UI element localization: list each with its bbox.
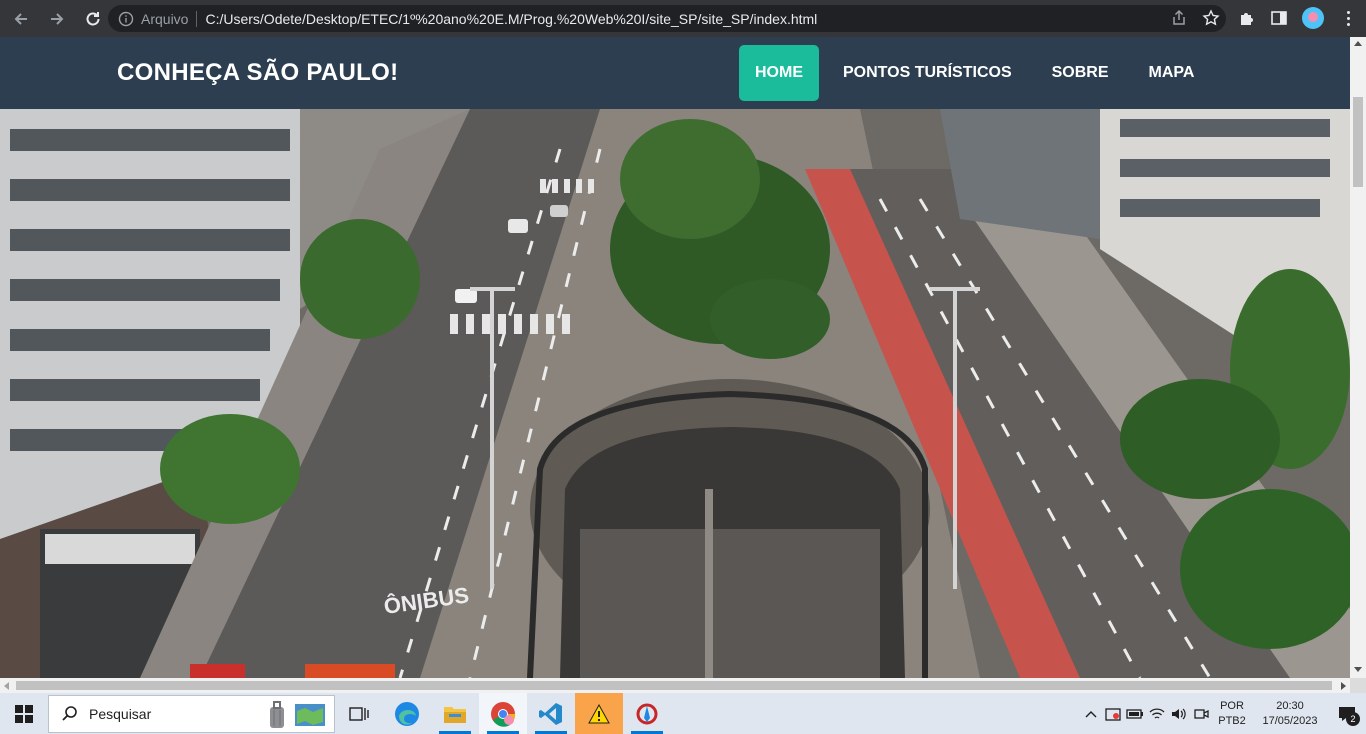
divider — [196, 10, 198, 27]
forward-button[interactable] — [42, 4, 72, 34]
battery-icon — [1126, 708, 1143, 719]
taskbar-clock[interactable]: 20:30 17/05/2023 — [1252, 699, 1328, 729]
share-icon[interactable] — [1170, 9, 1188, 27]
taskbar-edge[interactable] — [383, 693, 431, 734]
menu-sobre[interactable]: SOBRE — [1036, 45, 1125, 101]
extensions-puzzle-icon[interactable] — [1238, 9, 1256, 27]
browser-menu-icon[interactable] — [1338, 8, 1358, 28]
tray-app-2[interactable] — [1190, 693, 1212, 734]
address-bar[interactable]: Arquivo C:/Users/Odete/Desktop/ETEC/1º%2… — [108, 5, 1226, 32]
horizontal-scrollbar[interactable] — [0, 678, 1350, 693]
scroll-right-icon[interactable] — [1341, 682, 1346, 690]
site-header: CONHEÇA SÃO PAULO! HOME PONTOS TURÍSTICO… — [0, 37, 1350, 109]
taskbar-chrome[interactable] — [479, 693, 527, 734]
reload-icon — [86, 11, 100, 25]
horizontal-scroll-thumb[interactable] — [16, 681, 1332, 690]
scroll-up-icon[interactable] — [1354, 41, 1362, 46]
browser-toolbar: Arquivo C:/Users/Odete/Desktop/ETEC/1º%2… — [0, 0, 1366, 37]
paint-icon — [636, 703, 658, 724]
reload-button[interactable] — [78, 4, 108, 34]
map-icon — [295, 703, 325, 726]
bookmark-star-icon[interactable] — [1202, 9, 1220, 27]
edge-icon — [395, 701, 419, 726]
scroll-down-icon[interactable] — [1354, 667, 1362, 672]
profile-avatar[interactable] — [1302, 7, 1324, 29]
taskbar-vscode[interactable] — [527, 693, 575, 734]
site-brand[interactable]: CONHEÇA SÃO PAULO! — [117, 59, 398, 87]
tray-battery[interactable] — [1124, 693, 1146, 734]
info-icon[interactable] — [118, 11, 134, 27]
page-viewport: CONHEÇA SÃO PAULO! HOME PONTOS TURÍSTICO… — [0, 37, 1350, 678]
tray-overflow[interactable] — [1080, 693, 1102, 734]
vertical-scroll-thumb[interactable] — [1353, 97, 1363, 187]
folder-icon — [444, 706, 466, 723]
hero-image: ÔNIBUS — [0, 109, 1350, 678]
update-icon — [1105, 707, 1121, 721]
start-button[interactable] — [0, 693, 48, 734]
chevron-up-icon — [1085, 710, 1097, 717]
main-menu: HOME PONTOS TURÍSTICOS SOBRE MAPA — [739, 45, 1218, 101]
search-highlight-widget[interactable] — [266, 700, 326, 729]
taskbar-warning-app[interactable] — [575, 693, 623, 734]
notification-center-button[interactable]: 2 — [1328, 693, 1366, 734]
taskbar-paint-app[interactable] — [623, 693, 671, 734]
scroll-corner — [1350, 678, 1366, 693]
vertical-scrollbar[interactable] — [1350, 37, 1366, 678]
clock-date: 17/05/2023 — [1262, 714, 1318, 727]
luggage-icon — [270, 700, 284, 728]
language-indicator[interactable]: POR PTB2 — [1212, 699, 1252, 729]
notification-badge: 2 — [1346, 712, 1360, 726]
tray-app-1[interactable] — [1102, 693, 1124, 734]
system-tray: POR PTB2 20:30 17/05/2023 2 — [1080, 693, 1366, 734]
warning-icon — [588, 703, 610, 723]
meet-now-icon — [1194, 708, 1209, 719]
arrow-right-icon — [51, 12, 64, 25]
scroll-left-icon[interactable] — [4, 682, 9, 690]
menu-pontos-turisticos[interactable]: PONTOS TURÍSTICOS — [827, 45, 1028, 101]
search-placeholder: Pesquisar — [89, 705, 152, 722]
back-button[interactable] — [6, 4, 36, 34]
taskbar-file-explorer[interactable] — [431, 693, 479, 734]
task-view-button[interactable] — [335, 693, 383, 734]
vscode-icon — [539, 702, 562, 725]
language-line-2: PTB2 — [1218, 714, 1246, 727]
menu-home[interactable]: HOME — [739, 45, 819, 101]
tray-volume[interactable] — [1168, 693, 1190, 734]
arrow-left-icon — [14, 12, 27, 25]
side-panel-icon[interactable] — [1270, 9, 1288, 27]
taskbar: Pesquisar POR PTB2 20:30 17/05/2023 2 — [0, 693, 1366, 734]
volume-icon — [1172, 708, 1186, 719]
windows-logo-icon — [15, 704, 33, 723]
menu-mapa[interactable]: MAPA — [1133, 45, 1211, 101]
wifi-icon — [1149, 707, 1165, 719]
url-text[interactable]: C:/Users/Odete/Desktop/ETEC/1º%20ano%20E… — [205, 11, 817, 27]
taskbar-search[interactable]: Pesquisar — [48, 694, 335, 733]
tray-wifi[interactable] — [1146, 693, 1168, 734]
protocol-label: Arquivo — [141, 10, 189, 27]
task-view-icon — [349, 706, 369, 721]
chrome-icon — [491, 701, 516, 727]
search-icon — [62, 705, 77, 721]
language-line-1: POR — [1220, 699, 1244, 712]
clock-time: 20:30 — [1276, 699, 1304, 712]
